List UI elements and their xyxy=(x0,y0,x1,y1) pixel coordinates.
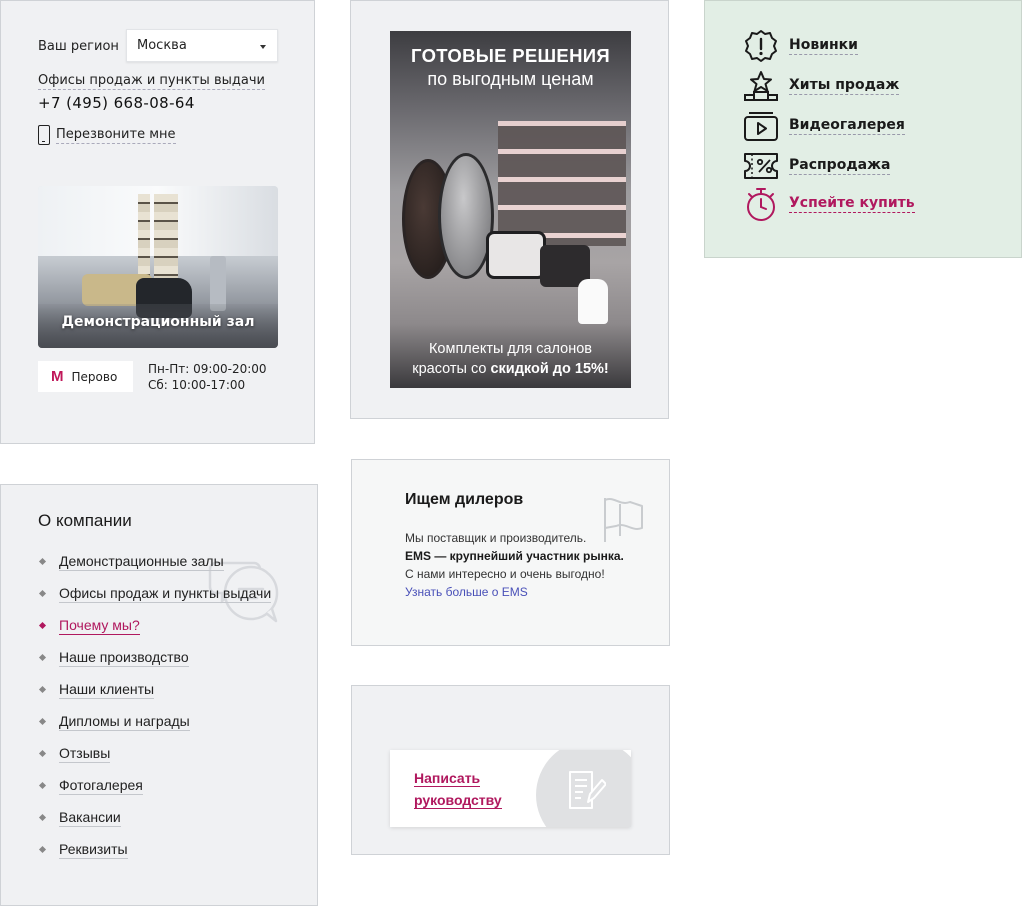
about-title: О компании xyxy=(38,511,132,530)
learn-more-ems-link[interactable]: Узнать больше о EMS xyxy=(405,583,645,601)
about-item[interactable]: Фотогалерея xyxy=(38,775,279,796)
quick-item-hits[interactable]: Хиты продаж xyxy=(743,69,900,103)
banner-bottom-plain: красоты со xyxy=(412,361,487,377)
quick-item-new[interactable]: Новинки xyxy=(743,29,858,63)
write-line2: руководству xyxy=(414,792,502,809)
callback-button[interactable]: Перезвоните мне xyxy=(38,125,176,145)
quick-item-sale[interactable]: Распродажа xyxy=(743,149,891,183)
diamond-bullet-icon xyxy=(38,781,47,790)
quick-item-label: Распродажа xyxy=(789,157,891,175)
dealers-line1: Мы поставщик и производитель. xyxy=(405,531,587,545)
diamond-bullet-icon xyxy=(38,589,47,598)
metro-logo-icon: M xyxy=(51,368,64,385)
percent-ticket-icon xyxy=(743,149,779,183)
write-line1: Написать xyxy=(414,770,481,787)
banner-title: ГОТОВЫЕ РЕШЕНИЯ xyxy=(411,45,610,66)
about-item[interactable]: Отзывы xyxy=(38,743,279,764)
metro-station-name: Перово xyxy=(71,369,118,384)
diamond-bullet-icon xyxy=(38,653,47,662)
offices-link[interactable]: Офисы продаж и пункты выдачи xyxy=(38,73,265,90)
write-management-button[interactable]: Написать руководству xyxy=(390,750,631,827)
pedestal-shape xyxy=(210,256,226,311)
quick-nav-panel: Новинки Хиты продаж Видеогалерея Распрод… xyxy=(704,0,1022,258)
write-management-panel: Написать руководству xyxy=(351,685,670,855)
about-item-active[interactable]: Почему мы? xyxy=(38,615,279,636)
diamond-bullet-icon xyxy=(38,845,47,854)
dealers-line3: С нами интересно и очень выгодно! xyxy=(405,567,605,581)
diamond-bullet-icon xyxy=(38,621,47,630)
quick-item-label: Успейте купить xyxy=(789,195,915,213)
callback-label: Перезвоните мне xyxy=(56,126,176,144)
banner-bottom-line1: Комплекты для салонов xyxy=(428,341,593,357)
about-item[interactable]: Дипломы и награды xyxy=(38,711,279,732)
salon-chair-shape xyxy=(486,231,546,279)
star-podium-icon xyxy=(743,69,779,103)
write-management-label: Написать руководству xyxy=(414,767,502,811)
banner-bottom-bold: скидкой до 15%! xyxy=(490,361,609,377)
region-label: Ваш регион xyxy=(38,39,119,54)
hours-weekdays: Пн-Пт: 09:00-20:00 xyxy=(148,362,267,376)
about-item[interactable]: Демонстрационные залы xyxy=(38,551,279,572)
promo-banner-panel: ГОТОВЫЕ РЕШЕНИЯ по выгодным ценам Компле… xyxy=(350,0,669,419)
banner-bottom-text: Комплекты для салонов красоты со скидкой… xyxy=(390,339,631,379)
about-item[interactable]: Наши клиенты xyxy=(38,679,279,700)
about-item[interactable]: Реквизиты xyxy=(38,839,279,860)
banner-bottom-line2: красоты со скидкой до 15%! xyxy=(390,359,631,379)
quick-item-label: Видеогалерея xyxy=(789,117,905,135)
mobile-phone-icon xyxy=(38,125,50,145)
dealers-panel: Ищем дилеров Мы поставщик и производител… xyxy=(351,459,670,646)
document-edit-icon xyxy=(566,768,607,814)
diamond-bullet-icon xyxy=(38,557,47,566)
phone-number[interactable]: +7 (495) 668-08-64 xyxy=(38,94,195,112)
about-item[interactable]: Наше производство xyxy=(38,647,279,668)
about-item[interactable]: Вакансии xyxy=(38,807,279,828)
diamond-bullet-icon xyxy=(38,685,47,694)
region-contact-panel: Ваш регион Москва Офисы продаж и пункты … xyxy=(0,0,315,444)
shelves-shape xyxy=(498,121,626,246)
quick-item-video[interactable]: Видеогалерея xyxy=(743,109,905,143)
about-item[interactable]: Офисы продаж и пункты выдачи xyxy=(38,583,279,604)
diamond-bullet-icon xyxy=(38,749,47,758)
about-menu: Демонстрационные залы Офисы продаж и пун… xyxy=(38,551,279,871)
region-select-value: Москва xyxy=(137,38,187,53)
about-company-panel: О компании Демонстрационные залы Офисы п… xyxy=(0,484,318,906)
quick-item-label: Хиты продаж xyxy=(789,77,900,95)
diamond-bullet-icon xyxy=(38,717,47,726)
chair-base-shape xyxy=(578,279,608,324)
video-play-icon xyxy=(743,109,779,143)
banner-subtitle: по выгодным ценам xyxy=(427,69,594,89)
diamond-bullet-icon xyxy=(38,813,47,822)
quick-item-hurry[interactable]: Успейте купить xyxy=(743,187,915,221)
exclamation-badge-icon xyxy=(743,29,779,63)
hours-saturday: Сб: 10:00-17:00 xyxy=(148,378,246,392)
region-select[interactable]: Москва xyxy=(126,29,278,62)
dealers-title: Ищем дилеров xyxy=(405,491,524,508)
dealers-text: Мы поставщик и производитель. EMS — круп… xyxy=(405,529,645,601)
promo-banner[interactable]: ГОТОВЫЕ РЕШЕНИЯ по выгодным ценам Компле… xyxy=(390,31,631,388)
quick-item-label: Новинки xyxy=(789,37,858,55)
demo-hall-card[interactable]: Демонстрационный зал xyxy=(38,186,278,348)
dealers-line2: EMS — крупнейший участник рынка. xyxy=(405,549,624,563)
metro-station[interactable]: M Перово xyxy=(38,361,133,392)
demo-hall-caption: Демонстрационный зал xyxy=(61,314,255,330)
working-hours: Пн-Пт: 09:00-20:00 Сб: 10:00-17:00 xyxy=(148,361,267,393)
stopwatch-icon xyxy=(743,187,779,221)
caret-down-icon xyxy=(260,45,266,49)
